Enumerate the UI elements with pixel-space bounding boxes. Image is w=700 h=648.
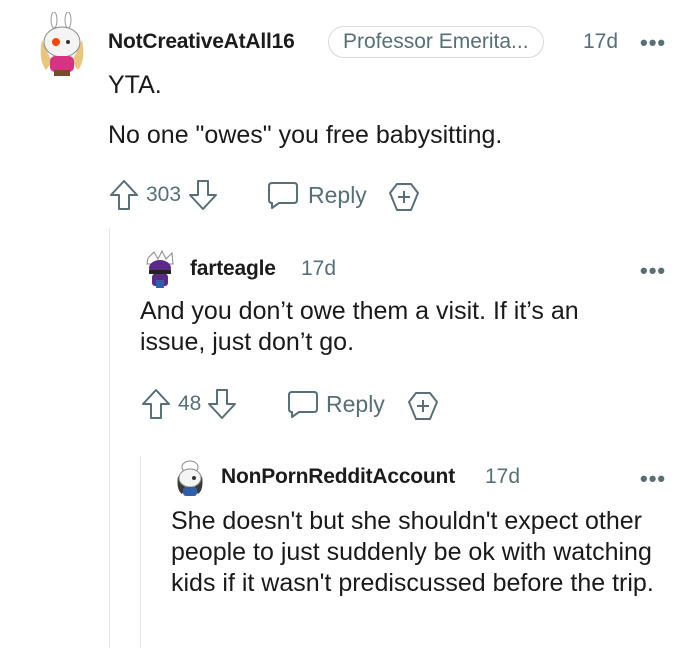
comment-body-line: No one "owes" you free babysitting.	[108, 121, 503, 149]
comment-icon	[286, 388, 320, 420]
vote-count: 48	[178, 392, 202, 415]
reply-label: Reply	[326, 390, 385, 417]
comment-username[interactable]: farteagle	[190, 257, 276, 281]
user-flair: Professor Emerita...	[328, 26, 544, 58]
reply-button[interactable]: Reply	[286, 387, 385, 421]
comment-username[interactable]: NotCreativeAtAll16	[108, 30, 295, 54]
comment-username[interactable]: NonPornRedditAccount	[221, 465, 455, 489]
thread-line-level1[interactable]	[109, 228, 110, 648]
avatar[interactable]	[32, 12, 92, 78]
comment-body: She doesn't but she shouldn't expect oth…	[171, 507, 654, 597]
more-icon[interactable]: •••	[640, 260, 666, 282]
more-icon[interactable]: •••	[640, 468, 666, 490]
vote-count: 303	[146, 183, 182, 206]
comment-time: 17d	[301, 257, 337, 280]
avatar[interactable]	[172, 458, 208, 498]
reply-label: Reply	[308, 181, 367, 208]
upvote-icon[interactable]	[140, 387, 172, 421]
avatar[interactable]	[142, 250, 178, 290]
reply-button[interactable]: Reply	[266, 178, 367, 212]
more-icon[interactable]: •••	[640, 32, 666, 54]
comment-time: 17d	[485, 465, 521, 488]
vote-bar: 48	[140, 387, 238, 421]
award-icon[interactable]	[406, 389, 440, 423]
upvote-icon[interactable]	[108, 178, 140, 212]
award-icon[interactable]	[387, 180, 421, 214]
downvote-icon[interactable]	[206, 387, 238, 421]
downvote-icon[interactable]	[187, 178, 219, 212]
comment-body-line: YTA.	[108, 71, 162, 99]
comment-icon	[266, 179, 300, 211]
comment-time: 17d	[583, 30, 619, 53]
vote-bar: 303	[108, 178, 219, 212]
comment-body: And you don’t owe them a visit. If it’s …	[140, 297, 579, 356]
thread-line-level2[interactable]	[140, 456, 141, 648]
